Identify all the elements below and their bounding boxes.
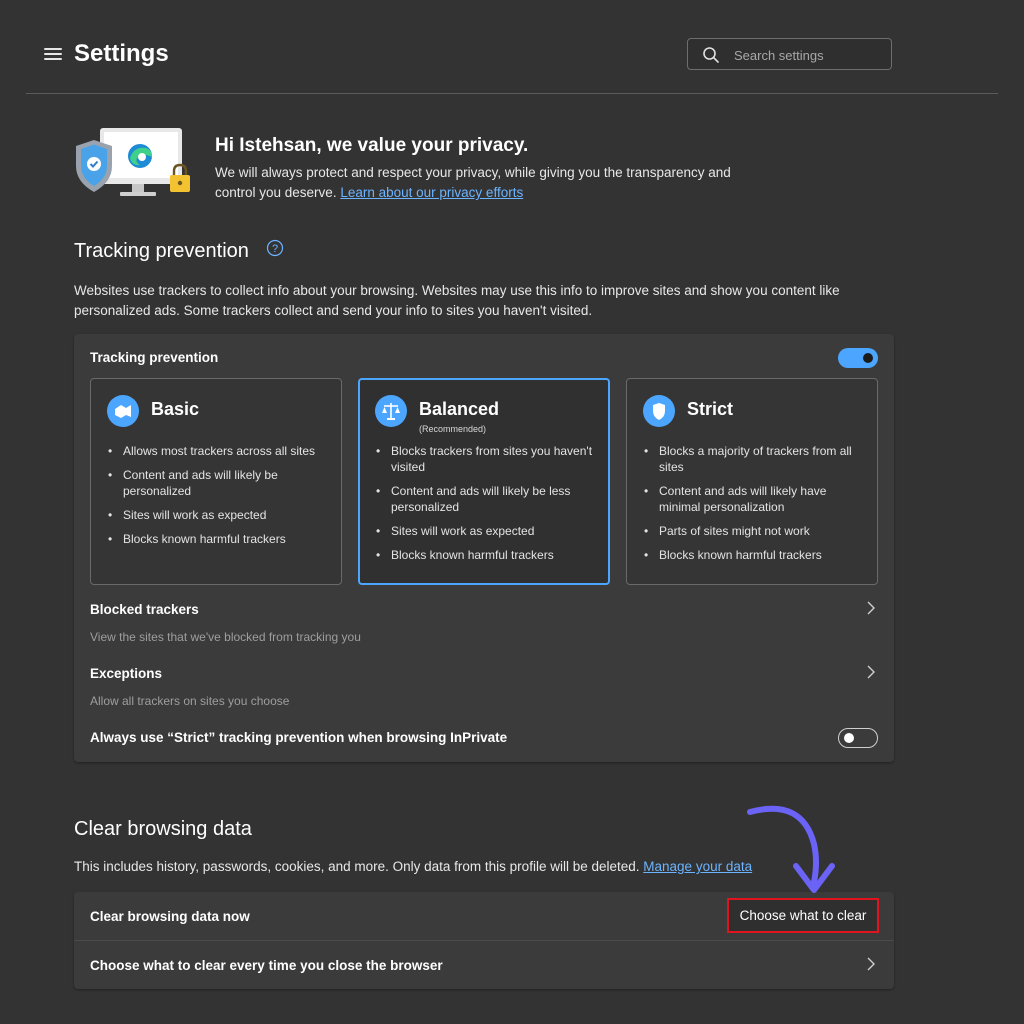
level-name: Basic	[151, 399, 200, 419]
tracking-description: Websites use trackers to collect info ab…	[74, 283, 840, 318]
level-bullet: Allows most trackers across all sites	[107, 443, 329, 459]
exceptions-title[interactable]: Exceptions	[90, 666, 162, 681]
level-bullets: Allows most trackers across all sites Co…	[107, 443, 329, 555]
level-bullet: Blocks known harmful trackers	[107, 531, 329, 547]
level-bullet: Content and ads will likely have minimal…	[643, 483, 865, 515]
exceptions-subtitle: Allow all trackers on sites you choose	[90, 694, 290, 708]
level-name: Strict	[687, 399, 734, 419]
clear-data-description-row: This includes history, passwords, cookie…	[74, 859, 752, 874]
level-subtitle: (Recommended)	[419, 424, 487, 434]
search-input[interactable]	[732, 39, 886, 71]
clear-data-description: This includes history, passwords, cookie…	[74, 859, 640, 874]
tracking-toggle[interactable]	[838, 348, 878, 368]
chevron-right-icon[interactable]	[866, 601, 876, 615]
level-bullet: Sites will work as expected	[107, 507, 329, 523]
header-divider	[26, 93, 998, 94]
level-name: Balanced	[419, 399, 500, 419]
level-bullet: Blocks known harmful trackers	[375, 547, 597, 563]
level-bullet: Content and ads will likely be personali…	[107, 467, 329, 499]
level-bullet: Parts of sites might not work	[643, 523, 865, 539]
toggle-knob	[863, 353, 873, 363]
scales-icon	[375, 395, 407, 427]
svg-text:?: ?	[272, 243, 278, 255]
level-bullet: Sites will work as expected	[375, 523, 597, 539]
privacy-heading: Hi Istehsan, we value your privacy.	[215, 135, 529, 156]
choose-what-to-clear-button[interactable]: Choose what to clear	[727, 898, 879, 933]
level-bullets: Blocks trackers from sites you haven't v…	[375, 443, 597, 571]
blocked-trackers-subtitle: View the sites that we've blocked from t…	[90, 630, 361, 644]
search-box[interactable]	[687, 38, 892, 71]
privacy-link[interactable]: Learn about our privacy efforts	[340, 185, 523, 200]
clear-data-divider	[74, 940, 894, 941]
basic-level-icon	[107, 395, 139, 427]
clear-data-now-label: Clear browsing data now	[90, 909, 250, 924]
level-bullet: Blocks a majority of trackers from all s…	[643, 443, 865, 475]
toggle-knob	[844, 733, 854, 743]
clear-data-section-title: Clear browsing data	[74, 818, 252, 840]
search-icon	[703, 47, 719, 63]
shield-icon	[643, 395, 675, 427]
level-bullet: Blocks trackers from sites you haven't v…	[375, 443, 597, 475]
menu-icon[interactable]	[44, 48, 62, 60]
chevron-right-icon[interactable]	[866, 957, 876, 971]
level-bullet: Blocks known harmful trackers	[643, 547, 865, 563]
level-bullet: Content and ads will likely be less pers…	[375, 483, 597, 515]
tracking-toggle-label: Tracking prevention	[90, 350, 219, 365]
privacy-text: We will always protect and respect your …	[215, 163, 775, 203]
clear-on-close-label[interactable]: Choose what to clear every time you clos…	[90, 958, 443, 973]
page-title: Settings	[74, 40, 169, 67]
chevron-right-icon[interactable]	[866, 665, 876, 679]
level-card-basic[interactable]: Basic Allows most trackers across all si…	[90, 378, 342, 585]
tracking-section-title: Tracking prevention	[74, 240, 249, 262]
level-card-strict[interactable]: Strict Blocks a majority of trackers fro…	[626, 378, 878, 585]
inprivate-strict-toggle[interactable]	[838, 728, 878, 748]
help-icon[interactable]: ?	[266, 239, 284, 257]
level-card-balanced[interactable]: Balanced (Recommended) Blocks trackers f…	[358, 378, 610, 585]
annotation-arrow-icon	[747, 805, 835, 893]
manage-data-link[interactable]: Manage your data	[643, 859, 752, 874]
blocked-trackers-title[interactable]: Blocked trackers	[90, 602, 199, 617]
level-bullets: Blocks a majority of trackers from all s…	[643, 443, 865, 571]
inprivate-strict-label: Always use “Strict” tracking prevention …	[90, 730, 508, 745]
privacy-illustration	[76, 128, 190, 196]
